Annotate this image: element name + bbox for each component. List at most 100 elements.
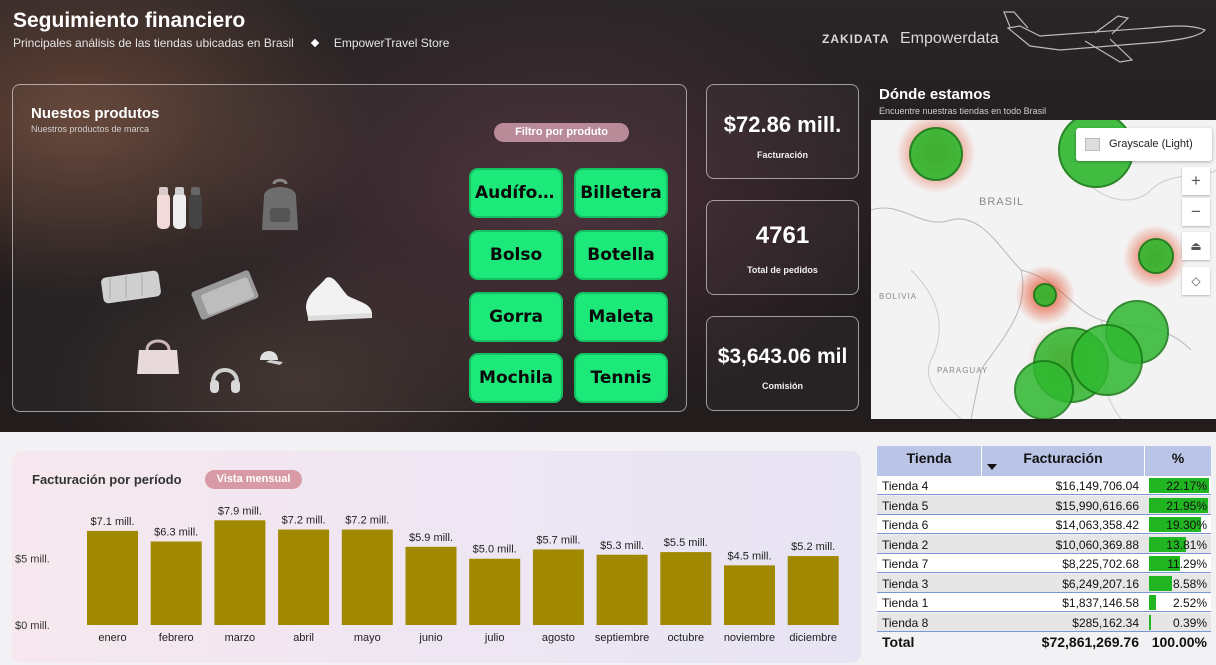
bar-data-label: $5.0 mill. [473, 544, 517, 556]
y-tick-label: $5 mill. [15, 554, 50, 566]
kpi-orders-label: Total de pedidos [747, 265, 818, 275]
row-revenue: $1,837,146.58 [1062, 596, 1139, 610]
subtitle-store: EmpowerTravel Store [333, 36, 450, 50]
bar-data-label: $5.9 mill. [409, 532, 453, 544]
row-store: Tienda 7 [882, 557, 929, 571]
page-subtitle: Principales análisis de las tiendas ubic… [13, 36, 449, 50]
bar-marzo[interactable] [214, 520, 266, 625]
row-store: Tienda 6 [882, 518, 929, 532]
x-tick-label: julio [484, 632, 505, 644]
kpi-commission-value: $3,643.06 mil [717, 345, 848, 368]
bar-data-label: $5.7 mill. [536, 534, 580, 546]
sort-desc-icon[interactable] [987, 464, 997, 470]
product-button-billetera[interactable]: Billetera [574, 168, 668, 218]
product-button-mochila[interactable]: Mochila [469, 353, 563, 403]
x-tick-label: marzo [225, 632, 256, 644]
x-tick-label: abril [293, 632, 314, 644]
products-title: Nuestos produtos [31, 105, 160, 122]
product-button-maleta[interactable]: Maleta [574, 292, 668, 342]
bar-septiembre[interactable] [596, 554, 648, 625]
bar-enero[interactable] [87, 530, 138, 625]
row-store: Tienda 3 [882, 576, 929, 591]
total-revenue: $72,861,269.76 [1041, 634, 1139, 650]
headphones-image [210, 368, 240, 393]
product-button-tennis[interactable]: Tennis [574, 353, 668, 403]
row-revenue: $285,162.34 [1072, 615, 1139, 630]
bar-data-label: $5.5 mill. [664, 537, 708, 549]
table-row[interactable]: Tienda 2 $10,060,369.88 13.81% [877, 534, 1211, 554]
row-store: Tienda 4 [882, 479, 929, 493]
bar-noviembre[interactable] [724, 565, 775, 625]
diamond-icon [310, 39, 320, 48]
total-percent: 100.00% [1151, 634, 1207, 650]
x-tick-label: noviembre [724, 632, 775, 644]
row-store: Tienda 8 [882, 615, 929, 630]
row-revenue: $16,149,706.04 [1055, 479, 1139, 493]
bar-data-label: $5.2 mill. [791, 541, 835, 553]
view-toggle[interactable]: Vista mensual [205, 470, 302, 489]
row-percent: 0.39% [1172, 615, 1207, 630]
row-revenue: $10,060,369.88 [1055, 537, 1139, 552]
product-button-botella[interactable]: Botella [574, 230, 668, 280]
product-button-bolso[interactable]: Bolso [469, 230, 563, 280]
table-row[interactable]: Tienda 4 $16,149,706.04 22.17% [877, 476, 1211, 495]
bottles-image [157, 187, 202, 229]
kpi-orders-value: 4761 [755, 222, 810, 249]
header-revenue[interactable]: Facturación [982, 446, 1144, 476]
backpack-image [262, 178, 298, 230]
header-store[interactable]: Tienda [877, 446, 981, 476]
x-tick-label: agosto [542, 632, 575, 644]
bar-data-label: $7.9 mill. [218, 505, 262, 517]
bar-octubre[interactable] [660, 552, 712, 625]
kpi-commission-label: Comisión [761, 381, 803, 391]
zoom-in-button[interactable]: + [1182, 167, 1210, 195]
bar-abril[interactable] [278, 529, 330, 625]
zoom-out-button[interactable]: − [1182, 198, 1210, 226]
table-row[interactable]: Tienda 5 $15,990,616.66 21.95% [877, 495, 1211, 515]
table-row[interactable]: Tienda 3 $6,249,207.16 8.58% [877, 573, 1211, 593]
airplane-icon [1003, 11, 1206, 63]
map-title: Dónde estamos [879, 86, 991, 103]
map-markers [896, 120, 1187, 419]
table-row[interactable]: Tienda 7 $8,225,702.68 11.29% [877, 554, 1211, 573]
bar-data-label: $4.5 mill. [727, 550, 771, 562]
row-revenue: $6,249,207.16 [1062, 576, 1139, 591]
product-button-gorra[interactable]: Gorra [469, 292, 563, 342]
x-tick-label: mayo [354, 632, 381, 644]
bar-diciembre[interactable] [787, 556, 839, 625]
map-style-icon [1085, 138, 1100, 151]
bar-agosto[interactable] [532, 549, 584, 625]
bar-data-label: $7.1 mill. [90, 516, 134, 528]
header-percent[interactable]: % [1145, 446, 1211, 476]
y-tick-label: $0 mill. [15, 620, 50, 632]
bar-mayo[interactable] [341, 529, 393, 625]
revenue-bar-chart: $0 mill. $5 mill. $7.1 mill. enero $6.3 mill… [15, 505, 839, 644]
bar-junio[interactable] [405, 546, 457, 625]
row-percent: 13.81% [1166, 537, 1207, 552]
tilt-icon[interactable]: ⏏ [1182, 232, 1210, 260]
table-row[interactable]: Tienda 6 $14,063,358.42 19.30% [877, 515, 1211, 534]
table-header: Tienda Facturación % [877, 446, 1211, 476]
x-tick-label: enero [98, 632, 126, 644]
row-store: Tienda 2 [882, 537, 929, 552]
table-total-row: Total $72,861,269.76 100.00% [877, 632, 1211, 652]
table-row[interactable]: Tienda 1 $1,837,146.58 2.52% [877, 593, 1211, 612]
bar-data-label: $7.2 mill. [345, 515, 389, 527]
store-map[interactable]: BRASIL BOLIVIA PARAGUAY [871, 120, 1216, 419]
x-tick-label: diciembre [789, 632, 837, 644]
row-share-bar [1149, 614, 1151, 630]
row-percent: 22.17% [1166, 479, 1207, 493]
bar-julio[interactable] [469, 558, 521, 625]
product-filter-label: Filtro por produto [494, 123, 629, 142]
map-style-button[interactable]: Grayscale (Light) [1076, 128, 1212, 161]
period-chart-title: Facturación por período [32, 472, 182, 487]
x-tick-label: febrero [159, 632, 194, 644]
compass-icon[interactable]: ◇ [1182, 267, 1210, 295]
table-row[interactable]: Tienda 8 $285,162.34 0.39% [877, 612, 1211, 632]
x-tick-label: octubre [667, 632, 704, 644]
product-button-audifonos[interactable]: Audífon... [469, 168, 563, 218]
row-percent: 19.30% [1166, 518, 1207, 532]
row-share-bar [1149, 595, 1156, 610]
bar-febrero[interactable] [150, 541, 202, 625]
kpi-revenue-value: $72.86 mill. [723, 112, 842, 137]
